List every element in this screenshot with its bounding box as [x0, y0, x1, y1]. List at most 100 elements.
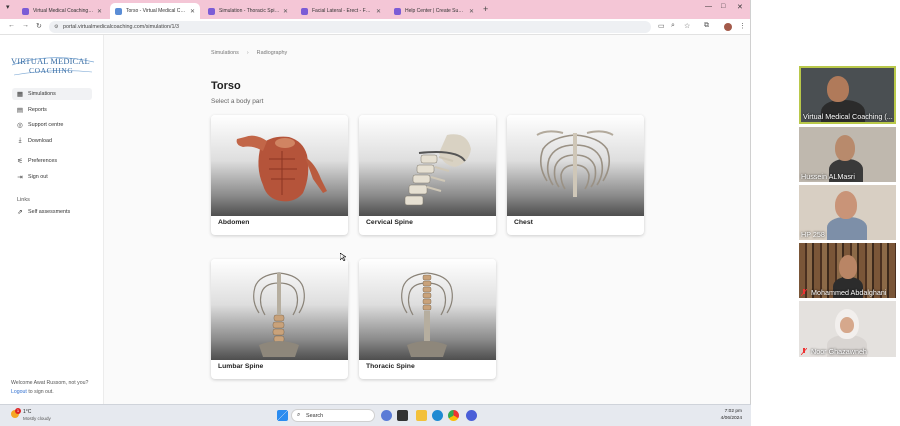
- close-tab-icon[interactable]: ✕: [376, 8, 381, 15]
- participant-name: HP 258: [801, 230, 825, 239]
- breadcrumb: Simulations › Radiography: [211, 50, 287, 56]
- close-tab-icon[interactable]: ✕: [190, 8, 195, 15]
- tab-label: Torso - Virtual Medical Coachin...: [126, 8, 187, 14]
- brand-logo[interactable]: VIRTUAL MEDICAL COACHING: [10, 54, 96, 76]
- participant-tile-hp-258[interactable]: HP 258: [799, 185, 896, 240]
- tab-label: Simulation - Thoracic Spine: [219, 8, 280, 14]
- card-label: Abdomen: [218, 219, 250, 226]
- address-toolbar: ← → ↻ ⚙ portal.virtualmedicalcoaching.co…: [0, 19, 750, 35]
- browser-window: Virtual Medical Coaching – Ca... ✕ Torso…: [0, 0, 751, 404]
- site-favicon-icon: [394, 7, 401, 15]
- body-part-card-cervical-spine[interactable]: Cervical Spine: [359, 115, 496, 235]
- card-label: Cervical Spine: [366, 219, 413, 226]
- cast-icon[interactable]: ▭: [658, 22, 665, 30]
- sidebar-item-download[interactable]: ⤓ Download: [12, 135, 92, 147]
- preferences-icon: ⚟: [17, 158, 23, 165]
- close-tab-icon[interactable]: ✕: [469, 8, 474, 15]
- participant-name: Virtual Medical Coaching (...: [803, 112, 893, 121]
- weather-temperature: 1°C: [23, 409, 32, 415]
- grid-icon: ▦: [16, 91, 24, 98]
- breadcrumb-simulations[interactable]: Simulations: [211, 50, 239, 56]
- sidebar-item-support-centre[interactable]: ◎ Support centre: [12, 119, 92, 131]
- profile-avatar[interactable]: [724, 23, 732, 31]
- chrome-browser-icon[interactable]: [448, 410, 459, 421]
- signout-icon: ⇥: [17, 174, 23, 181]
- bookmark-star-icon[interactable]: ☆: [684, 22, 690, 30]
- back-arrow-icon[interactable]: ←: [8, 22, 15, 29]
- windows-start-icon[interactable]: [277, 410, 288, 421]
- welcome-message: Welcome Awat Russom, not you? Logout to …: [11, 379, 88, 397]
- sidebar-link-label: Self assessments: [28, 209, 71, 215]
- sidebar-item-label: Preferences: [28, 158, 58, 164]
- minimize-button[interactable]: —: [705, 3, 712, 10]
- participant-video: [827, 76, 849, 102]
- site-info-icon[interactable]: ⚙: [54, 24, 58, 30]
- close-tab-icon[interactable]: ✕: [283, 8, 288, 15]
- mouse-cursor-icon: [340, 253, 346, 261]
- card-label: Thoracic Spine: [366, 363, 415, 370]
- body-part-card-lumbar-spine[interactable]: Lumbar Spine: [211, 259, 348, 379]
- reload-icon[interactable]: ↻: [36, 22, 42, 30]
- site-favicon-icon: [208, 7, 215, 15]
- participant-tile-mohammed-abdalghani[interactable]: Mohammed Abdalghani: [799, 243, 896, 298]
- more-menu-icon[interactable]: ⋮: [739, 22, 746, 30]
- tab-facial-lateral[interactable]: Facial Lateral - Erect - Facial Bo... ✕: [296, 3, 386, 19]
- close-window-button[interactable]: ✕: [737, 3, 743, 11]
- search-icon: ⌕: [297, 412, 301, 418]
- search-placeholder: Search: [306, 412, 324, 419]
- body-part-card-thoracic-spine[interactable]: Thoracic Spine: [359, 259, 496, 379]
- participant-video: [835, 135, 855, 161]
- body-part-card-chest[interactable]: Chest: [507, 115, 644, 235]
- copilot-icon[interactable]: [381, 410, 392, 421]
- tab-label: Help Center | Create Support Ti...: [405, 8, 466, 14]
- sidebar-item-sign-out[interactable]: ⇥ Sign out: [12, 171, 92, 183]
- participant-video: [827, 217, 867, 240]
- tab-virtual-medical-coaching[interactable]: Virtual Medical Coaching – Ca... ✕: [17, 3, 107, 19]
- participant-tile-noor-ghazawneh[interactable]: Noor Ghazawneh: [799, 301, 896, 357]
- clock-time: 7:02 pm: [724, 409, 742, 414]
- participant-name: Hussein ALMasri: [801, 172, 855, 181]
- sidebar-item-reports[interactable]: ▤ Reports: [12, 104, 92, 116]
- url-text: portal.virtualmedicalcoaching.com/simula…: [63, 24, 179, 30]
- muted-mic-icon: [801, 289, 807, 296]
- tab-torso[interactable]: Torso - Virtual Medical Coachin... ✕: [110, 3, 200, 19]
- edge-browser-icon[interactable]: [432, 410, 443, 421]
- tab-simulation-thoracic-spine[interactable]: Simulation - Thoracic Spine ✕: [203, 3, 293, 19]
- sidebar: VIRTUAL MEDICAL COACHING ▦ Simulations ▤…: [0, 35, 104, 404]
- card-label: Chest: [514, 219, 533, 226]
- logout-link[interactable]: Logout: [11, 389, 27, 395]
- meeting-app-icon[interactable]: [466, 410, 477, 421]
- sidebar-item-preferences[interactable]: ⚟ Preferences: [12, 155, 92, 167]
- task-view-icon[interactable]: [397, 410, 408, 421]
- tab-help-center[interactable]: Help Center | Create Support Ti... ✕: [389, 3, 479, 19]
- participant-tile-virtual-medical-coaching[interactable]: Virtual Medical Coaching (...: [799, 66, 896, 124]
- card-image: [211, 259, 348, 360]
- sidebar-link-self-assessments[interactable]: ⇗ Self assessments: [12, 206, 92, 218]
- links-heading: Links: [17, 197, 30, 203]
- file-explorer-icon[interactable]: [416, 410, 427, 421]
- download-icon: ⤓: [18, 137, 22, 144]
- clock-date: 4/06/2024: [720, 416, 742, 421]
- extensions-icon[interactable]: ⧉: [704, 22, 709, 30]
- logout-suffix: to sign out.: [26, 389, 54, 395]
- breadcrumb-radiography[interactable]: Radiography: [257, 50, 288, 56]
- new-tab-button[interactable]: +: [483, 4, 488, 14]
- tab-search-icon[interactable]: ▾: [6, 3, 10, 11]
- system-clock[interactable]: 7:02 pm 4/06/2024: [712, 408, 742, 422]
- close-tab-icon[interactable]: ✕: [97, 8, 102, 15]
- address-bar[interactable]: ⚙ portal.virtualmedicalcoaching.com/simu…: [49, 21, 651, 33]
- tab-strip: Virtual Medical Coaching – Ca... ✕ Torso…: [0, 0, 750, 19]
- body-part-card-abdomen[interactable]: Abdomen: [211, 115, 348, 235]
- forward-arrow-icon[interactable]: →: [22, 22, 29, 29]
- participant-tile-hussein-almasri[interactable]: Hussein ALMasri: [799, 127, 896, 182]
- abdomen-muscle-image: [236, 135, 327, 202]
- tab-label: Facial Lateral - Erect - Facial Bo...: [312, 8, 373, 14]
- zoom-icon[interactable]: ⌕: [671, 22, 675, 30]
- sidebar-item-label: Sign out: [28, 174, 48, 180]
- taskbar-search-box[interactable]: ⌕ Search: [291, 409, 375, 422]
- maximize-button[interactable]: □: [721, 3, 725, 10]
- document-icon: ▤: [16, 107, 24, 114]
- taskbar: 1 1°C Mostly cloudy ⌕ Search 7:02 pm 4/0…: [0, 404, 751, 426]
- sidebar-item-simulations[interactable]: ▦ Simulations: [12, 88, 92, 100]
- participant-video: [839, 255, 857, 279]
